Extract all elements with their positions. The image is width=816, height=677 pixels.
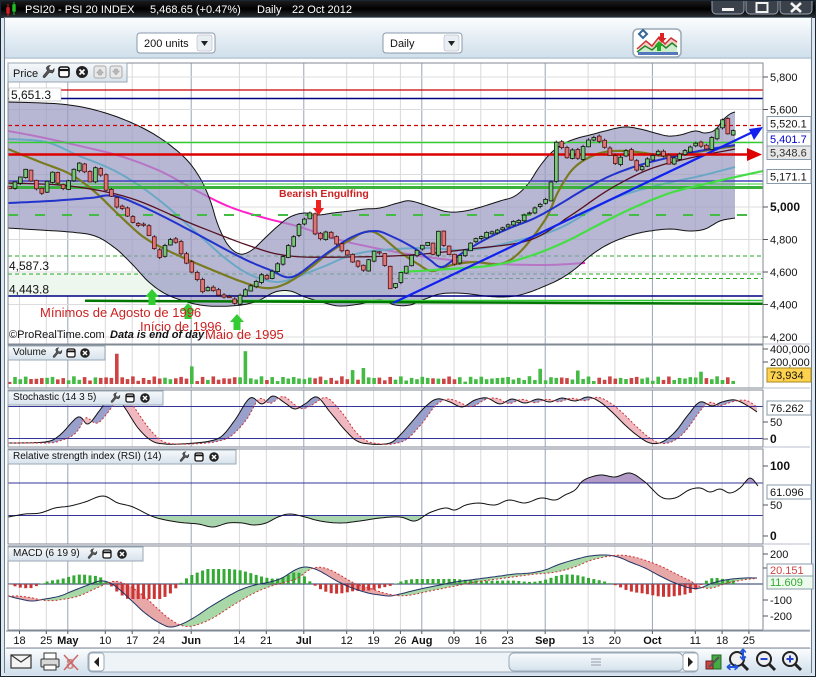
svg-text:25: 25 [40, 635, 52, 647]
svg-text:50: 50 [770, 500, 782, 512]
svg-text:4,800: 4,800 [770, 235, 798, 247]
svg-text:400,000: 400,000 [770, 344, 810, 356]
svg-text:Relative strength index (RSI): Relative strength index (RSI) (14) [13, 451, 161, 462]
svg-text:4,400: 4,400 [770, 300, 798, 312]
svg-text:4,587.3: 4,587.3 [9, 259, 49, 273]
svg-text:5,401.7: 5,401.7 [770, 134, 807, 146]
svg-text:MACD (6 19 9): MACD (6 19 9) [13, 548, 80, 559]
svg-text:23: 23 [501, 635, 513, 647]
svg-text:5,520.1: 5,520.1 [770, 119, 807, 131]
svg-text:PSI20 - PSI 20 INDEX: PSI20 - PSI 20 INDEX [25, 4, 135, 16]
svg-text:-200: -200 [770, 611, 792, 623]
svg-text:200: 200 [770, 549, 788, 561]
svg-text:13: 13 [582, 635, 594, 647]
svg-text:Jul: Jul [296, 635, 312, 647]
svg-text:Data is end of day: Data is end of day [110, 329, 205, 341]
svg-text:18: 18 [716, 635, 728, 647]
svg-text:Oct: Oct [643, 635, 662, 647]
svg-text:4,200: 4,200 [770, 332, 798, 344]
svg-text:24: 24 [153, 635, 165, 647]
svg-text:100: 100 [770, 459, 790, 473]
svg-text:Mínimos de Agosto de 1996: Mínimos de Agosto de 1996 [40, 305, 201, 320]
svg-text:Jun: Jun [181, 635, 201, 647]
svg-text:14: 14 [233, 635, 245, 647]
svg-text:200,000: 200,000 [770, 357, 810, 369]
svg-text:Price: Price [13, 68, 38, 80]
svg-text:26: 26 [394, 635, 406, 647]
svg-text:0: 0 [770, 529, 777, 543]
svg-text:22 Oct 2012: 22 Oct 2012 [292, 4, 352, 16]
svg-text:5,000: 5,000 [770, 200, 800, 214]
svg-text:20: 20 [609, 635, 621, 647]
svg-text:Maio de 1995: Maio de 1995 [205, 327, 284, 342]
svg-text:0: 0 [770, 432, 777, 446]
svg-text:12: 12 [341, 635, 353, 647]
svg-text:5,348.6: 5,348.6 [770, 148, 807, 160]
svg-text:09: 09 [448, 635, 460, 647]
svg-text:76.262: 76.262 [770, 403, 804, 415]
svg-text:4,600: 4,600 [770, 267, 798, 279]
svg-text:5,651.3: 5,651.3 [11, 88, 51, 102]
svg-text:50: 50 [770, 417, 782, 429]
svg-text:200 units: 200 units [144, 38, 189, 50]
svg-text:5,800: 5,800 [770, 72, 798, 84]
svg-text:11.609: 11.609 [770, 577, 803, 589]
svg-text:Stochastic (14 3 5): Stochastic (14 3 5) [13, 392, 96, 403]
svg-text:10: 10 [99, 635, 111, 647]
svg-text:61.096: 61.096 [770, 487, 804, 499]
svg-text:21: 21 [260, 635, 272, 647]
svg-text:19: 19 [367, 635, 379, 647]
svg-text:Sep: Sep [535, 635, 555, 647]
svg-text:18: 18 [13, 635, 25, 647]
svg-text:Daily: Daily [257, 4, 282, 16]
svg-text:-100: -100 [770, 595, 792, 607]
svg-text:5,171.1: 5,171.1 [770, 172, 807, 184]
svg-text:20.151: 20.151 [770, 565, 804, 577]
svg-text:17: 17 [126, 635, 138, 647]
svg-text:73,934: 73,934 [770, 370, 804, 382]
svg-text:Bearish Engulfing: Bearish Engulfing [279, 188, 369, 200]
svg-text:4,443.8: 4,443.8 [9, 283, 49, 297]
svg-text:May: May [57, 635, 79, 647]
svg-text:5,468.65 (+0.47%): 5,468.65 (+0.47%) [150, 4, 241, 16]
svg-text:5,600: 5,600 [770, 105, 798, 117]
svg-text:16: 16 [475, 635, 487, 647]
svg-text:Volume: Volume [13, 347, 47, 358]
svg-text:©ProRealTime.com: ©ProRealTime.com [9, 329, 105, 341]
svg-text:11: 11 [690, 635, 701, 647]
svg-text:Aug: Aug [411, 635, 432, 647]
svg-text:25: 25 [743, 635, 755, 647]
svg-text:Daily: Daily [390, 38, 415, 50]
